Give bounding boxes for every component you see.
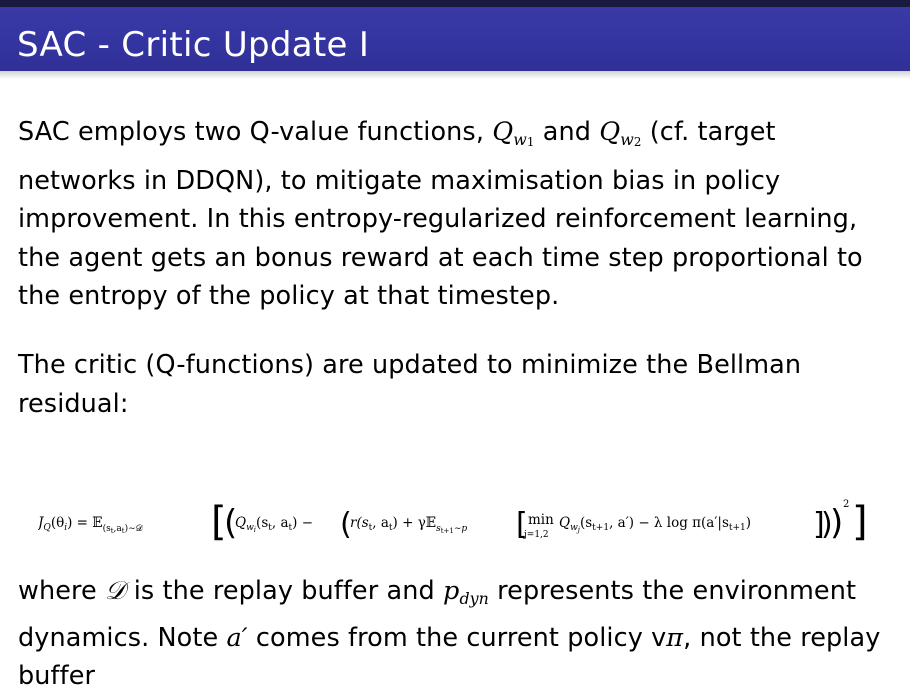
paragraph-critic: The critic (Q-functions) are updated to … — [18, 350, 802, 419]
outer-right-bracket: ] — [852, 499, 868, 544]
formula-reward-term: r(st, at) + γ𝔼st+1∼p — [350, 515, 467, 535]
slide-title: SAC - Critic Update I — [17, 25, 370, 65]
formula-lhs: JQ(θi) = 𝔼(st,at)∼𝒟 — [38, 515, 144, 535]
right-paren: ) — [830, 503, 843, 543]
title-bar: SAC - Critic Update I — [0, 7, 910, 71]
comes-text: comes from the current policy v — [247, 622, 667, 653]
formula-min: min — [528, 512, 554, 528]
paragraph-where: where 𝒟 is the replay buffer and pdyn re… — [18, 572, 898, 696]
replay-text: is the replay buffer and — [125, 576, 443, 606]
p-dyn-symbol: pdyn — [443, 576, 489, 609]
formula-exponent: 2 — [843, 499, 849, 510]
formula-q-target-term: Qwj(st+1, a′) − λ log π(a′|st+1) — [559, 515, 751, 534]
title-bar-shadow — [0, 71, 910, 79]
q-w1-symbol: Qw1 — [492, 117, 535, 150]
formula-min-sub: j=1,2 — [523, 530, 549, 540]
paragraph-intro: SAC employs two Q-value functions, Qw1 a… — [18, 113, 898, 316]
a-prime-symbol: a′ — [226, 622, 248, 653]
bellman-residual-formula: JQ(θi) = 𝔼(st,at)∼𝒟 [ ( Qwi(st, at) − ( … — [38, 494, 888, 544]
intro-and: and — [534, 117, 600, 147]
q-w2-symbol: Qw2 — [599, 117, 642, 150]
top-frame-bar — [0, 0, 910, 7]
where-text: where — [18, 576, 106, 606]
intro-text-start: SAC employs two Q-value functions, — [18, 117, 493, 147]
formula-q-term: Qwi(st, at) − — [235, 515, 313, 534]
pi-symbol: π — [666, 622, 684, 653]
replay-buffer-symbol: 𝒟 — [105, 576, 126, 606]
